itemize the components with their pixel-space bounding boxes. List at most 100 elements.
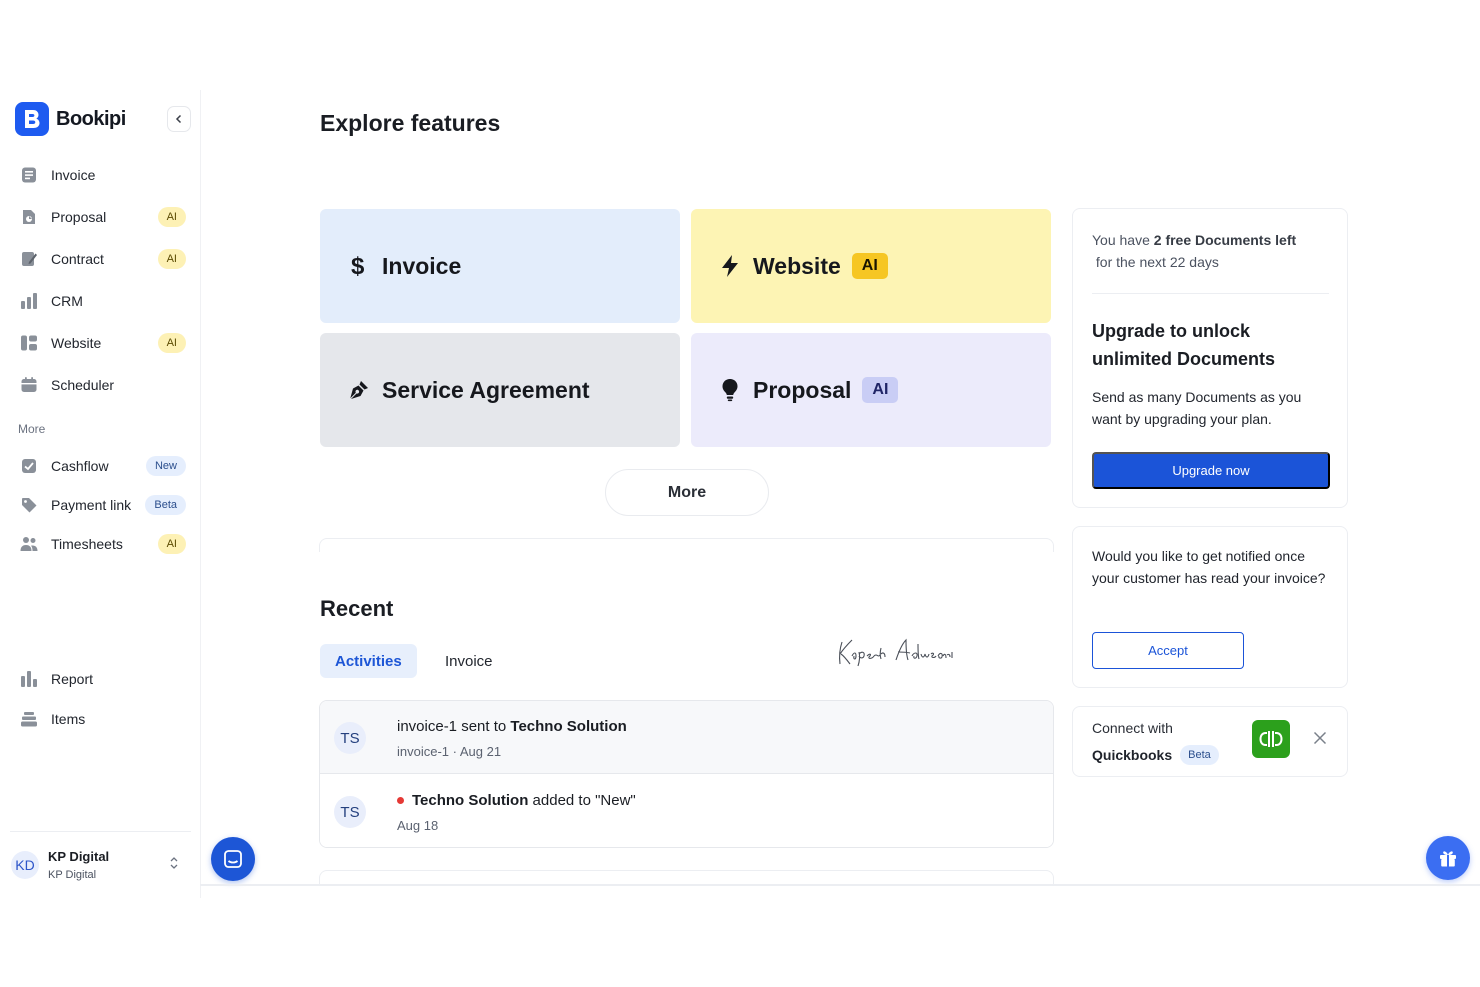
account-switcher[interactable]: KD KP Digital KP Digital [10,831,191,897]
items-stack-icon [18,708,40,730]
free-docs-post: for the next 22 days [1092,254,1219,270]
free-documents-notice: You have 2 free Documents left for the n… [1092,229,1332,273]
activity-list: TS invoice-1 sent to Techno Solution inv… [319,700,1054,848]
account-name: KP Digital [48,848,110,864]
more-features-button[interactable]: More [605,469,769,516]
lightning-icon [719,253,741,279]
sidebar-item-label: Cashflow [51,458,109,474]
contract-icon [18,248,40,270]
sidebar-item-label: Items [51,711,86,727]
ai-badge: AI [862,377,899,403]
sidebar-item-label: Invoice [51,167,96,183]
free-docs-pre: You have [1092,232,1154,248]
activity-meta: invoice-1 · Aug 21 [397,744,502,759]
collapse-sidebar-button[interactable] [167,106,191,132]
sidebar-item-contract[interactable]: Contract AI [18,244,186,274]
sidebar-item-crm[interactable]: CRM [18,286,186,316]
sidebar-item-timesheets[interactable]: Timesheets AI [18,529,186,559]
activity-title: Techno Solution added to "New" [397,792,636,809]
activity-suffix: added to "New" [528,792,636,809]
tab-invoice[interactable]: Invoice [430,644,508,678]
account-org: KP Digital [48,868,97,881]
feature-label: Website [753,252,841,279]
feature-card-invoice[interactable]: $ Invoice [320,209,680,323]
dollar-icon: $ [348,253,370,279]
sidebar-item-cashflow[interactable]: Cashflow New [18,451,186,481]
quickbooks-card: Connect with Quickbooks Beta [1072,706,1348,777]
cashflow-icon [18,455,40,477]
activity-meta: Aug 18 [397,818,439,833]
upgrade-description: Send as many Documents as you want by up… [1092,389,1302,427]
chat-icon [224,850,242,868]
section-card-edge [319,538,1054,552]
sidebar-item-payment-link[interactable]: Payment link Beta [18,490,186,520]
unread-dot-icon [397,797,404,804]
sidebar-item-items[interactable]: Items [18,704,186,734]
beta-badge: Beta [1180,745,1219,765]
ai-badge: AI [157,249,186,269]
signature-image [834,634,954,675]
chat-support-button[interactable] [211,837,255,881]
quickbooks-name: Quickbooks [1092,747,1173,763]
feature-card-website[interactable]: Website AI [691,209,1051,323]
sidebar-item-proposal[interactable]: Proposal AI [18,202,186,232]
sidebar-item-scheduler[interactable]: Scheduler [18,370,186,400]
upgrade-title: Upgrade to unlock unlimited Documents [1092,321,1276,369]
ai-badge: AI [851,253,888,279]
feature-card-proposal[interactable]: Proposal AI [691,333,1051,447]
avatar: KD [11,850,39,879]
beta-badge: Beta [145,495,186,515]
brand-name: Bookipi [56,107,126,130]
invoice-icon [18,164,40,186]
upgrade-now-button[interactable]: Upgrade now [1092,452,1330,489]
feature-card-service-agreement[interactable]: Service Agreement [320,333,680,447]
sidebar-item-label: Timesheets [51,536,123,552]
ai-badge: AI [157,207,186,227]
activity-client: Techno Solution [412,792,529,809]
sidebar-item-website[interactable]: Website AI [18,328,186,358]
list-item[interactable]: TS invoice-1 sent to Techno Solution inv… [320,701,1053,774]
page-bottom-border [200,884,1480,886]
ai-badge: AI [157,534,186,554]
new-badge: New [145,456,186,476]
divider [1092,293,1329,294]
more-section-heading: More [18,422,46,436]
quickbooks-connect-label: Connect with [1092,720,1173,736]
sidebar-item-label: Report [51,671,94,687]
proposal-icon [18,206,40,228]
feature-label: Proposal [753,376,852,403]
upgrade-card: You have 2 free Documents left for the n… [1072,208,1348,508]
website-layout-icon [18,332,40,354]
quickbooks-logo-icon[interactable] [1252,720,1290,758]
sidebar-item-report[interactable]: Report [18,664,186,694]
sidebar-item-label: Payment link [51,497,132,513]
list-item[interactable]: TS Techno Solution added to "New" Aug 18 [320,775,1053,847]
users-icon [18,533,40,555]
feature-label: Service Agreement [382,376,590,403]
sidebar-item-invoice[interactable]: Invoice [18,160,186,190]
sidebar-item-label: Scheduler [51,377,115,393]
svg-text:$: $ [351,253,365,279]
gift-button[interactable] [1426,836,1470,880]
bookipi-logo-icon [15,102,49,136]
tag-icon [18,494,40,516]
ai-badge: AI [157,333,186,353]
quickbooks-name-row: Quickbooks Beta [1092,745,1219,765]
brand[interactable]: Bookipi [15,102,126,136]
recent-title: Recent [320,596,394,621]
chevron-up-down-icon[interactable] [169,856,179,875]
calendar-icon [18,374,40,396]
sidebar-item-label: CRM [51,293,83,309]
activity-title: invoice-1 sent to Techno Solution [397,718,627,735]
sidebar-item-label: Website [51,335,102,351]
notification-card: Would you like to get notified once your… [1072,526,1348,688]
gift-icon [1440,851,1456,867]
free-docs-count: 2 free Documents left [1153,232,1297,248]
section-card-edge [319,870,1054,884]
close-icon[interactable] [1313,731,1327,750]
tab-activities[interactable]: Activities [320,644,417,678]
sidebar: Bookipi Invoice Proposal AI Contract AI … [0,90,201,898]
accept-button[interactable]: Accept [1092,632,1244,669]
feature-label: Invoice [382,252,462,279]
avatar: TS [334,796,366,828]
